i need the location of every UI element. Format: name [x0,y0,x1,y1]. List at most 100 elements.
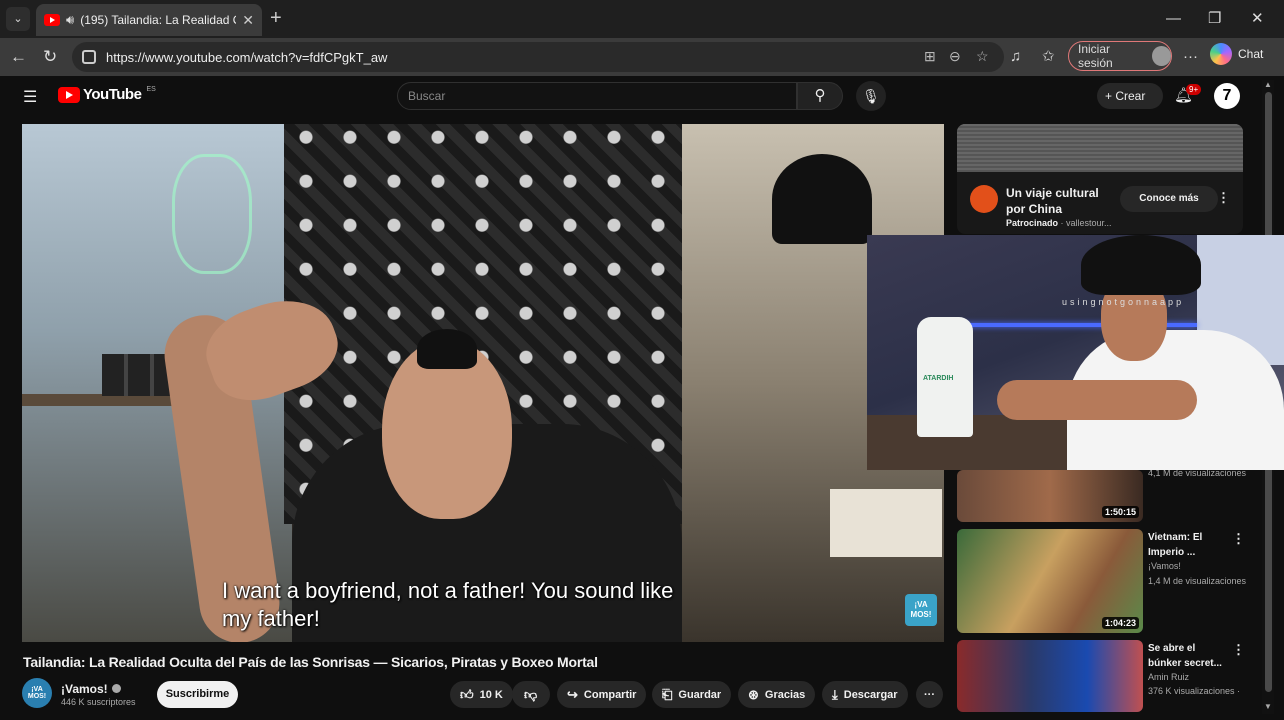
maximize-icon[interactable]: ❐ [1208,9,1221,29]
more-options-icon[interactable]: ··· [1183,47,1198,67]
download-button[interactable]: ⤓ Descargar [822,681,908,708]
signin-button[interactable]: Iniciar sesión [1068,41,1172,71]
pip-webcam-overlay: ATARDIH usingnotgonnaapp [867,235,1284,470]
pip-person-arms [997,380,1197,420]
scroll-up-icon[interactable]: ▲ [1264,80,1272,89]
account-avatar[interactable]: 7 [1214,83,1240,109]
video-views-2: 1,4 M de visualizaciones [1148,576,1247,586]
bookmark-icon: ⎗ [662,686,673,702]
video-title: Tailandia: La Realidad Oculta del País d… [23,654,598,670]
video-title-3[interactable]: Se abre el búnker secret... [1148,641,1228,671]
dislike-button[interactable]: 👎︎ [512,681,550,708]
minimize-icon[interactable]: — [1166,9,1181,29]
scene-neon-sign [172,154,252,274]
download-label: Descargar [843,688,898,701]
signin-label: Iniciar sesión [1078,42,1113,70]
channel-name[interactable]: ¡Vamos! [61,682,121,696]
ad-sponsored-label: Patrocinado [1006,218,1059,228]
menu-icon[interactable]: ☰ [23,87,37,107]
pip-bottle-label: ATARDIH [923,375,954,382]
create-button[interactable]: + Crear [1097,83,1163,109]
copilot-icon [1210,43,1232,65]
search-icon[interactable]: ⚲ [797,82,843,110]
zoom-icon[interactable]: ⊖ [949,48,961,65]
channel-watermark[interactable]: ¡VA MOS! [905,594,937,626]
copilot-chat-button[interactable]: Chat [1210,43,1263,65]
video-thumbnail-2[interactable]: 1:04:23 [957,529,1143,633]
tab-close-icon[interactable]: ✕ [242,12,254,29]
video-title-2[interactable]: Vietnam: El Imperio ... [1148,530,1228,560]
ad-banner-image [957,124,1243,172]
back-icon[interactable]: ← [10,46,27,68]
video-more-icon-3[interactable]: ⋮ [1232,642,1245,658]
ad-more-icon[interactable]: ⋮ [1217,190,1230,206]
youtube-play-icon [58,86,80,103]
subtitle-line-2: my father! [222,606,320,631]
tab-title: (195) Tailandia: La Realidad Oculta del … [80,13,236,27]
ad-logo [970,185,998,213]
video-player[interactable]: I want a boyfriend, not a father! You so… [22,124,944,642]
youtube-favicon-icon [44,14,60,26]
save-label: Guardar [678,688,722,701]
notification-count-badge: 9+ [1186,84,1202,95]
browser-tab-bar: ⌄ 🔊︎ (195) Tailandia: La Realidad Oculta… [0,0,1284,38]
youtube-logo-text: YouTube [83,86,142,103]
thanks-label: Gracias [764,688,806,701]
address-bar[interactable]: https://www.youtube.com/watch?v=fdfCPgkT… [72,42,1004,72]
thanks-dollar-icon: ⊛ [748,686,759,702]
new-tab-icon[interactable]: + [270,8,282,28]
reload-icon[interactable]: ↻ [43,46,57,68]
url-text[interactable]: https://www.youtube.com/watch?v=fdfCPgkT… [106,50,387,65]
ad-title[interactable]: Un viaje cultural por China [1006,185,1116,217]
scroll-down-icon[interactable]: ▼ [1264,702,1272,711]
scene-cap [772,154,872,244]
channel-avatar[interactable]: ¡VA MOS! [22,678,52,708]
video-subtitles: I want a boyfriend, not a father! You so… [222,577,673,633]
thumbs-down-icon: 👎︎ [524,686,538,702]
app-available-icon[interactable]: ⊞ [924,48,936,65]
speaker-icon[interactable]: 🔊︎ [66,12,74,28]
browser-tab-active[interactable]: 🔊︎ (195) Tailandia: La Realidad Oculta d… [36,4,262,36]
media-control-icon[interactable]: ♫ [1010,47,1021,67]
close-window-icon[interactable]: ✕ [1251,9,1264,29]
scene-person-hair [417,329,477,369]
scene-box [830,489,942,557]
voice-search-icon[interactable]: 🎙︎ [856,81,886,111]
save-button[interactable]: ⎗ Guardar [652,681,732,708]
more-actions-button[interactable]: ··· [916,681,943,708]
search-input[interactable]: Buscar [397,82,797,110]
youtube-header: ☰ YouTube ES Buscar ⚲ 🎙︎ + Crear 🔔︎ 9+ 7 [0,76,1284,116]
chat-label: Chat [1238,47,1264,61]
video-thumbnail-3[interactable] [957,640,1143,712]
share-button[interactable]: ↪ Compartir [557,681,647,708]
create-label: Crear [1115,89,1146,103]
video-views-3: 376 K visualizaciones · [1148,686,1241,696]
tab-actions-menu-icon[interactable]: ⌄ [6,7,30,31]
like-count: 10 K [479,688,503,701]
more-actions-icon: ··· [924,688,935,701]
video-channel-2[interactable]: ¡Vamos! [1148,561,1181,571]
verified-icon [111,684,121,693]
channel-name-text[interactable]: ¡Vamos! [61,682,108,696]
thanks-button[interactable]: ⊛ Gracias [738,681,816,708]
country-code: ES [146,86,156,93]
video-more-icon-2[interactable]: ⋮ [1232,531,1245,547]
video-thumbnail-1[interactable]: 1:50:15 [957,470,1143,522]
video-channel-3[interactable]: Amin Ruiz [1148,672,1189,682]
favorite-star-icon[interactable]: ☆ [976,48,989,65]
site-info-icon[interactable] [82,50,96,64]
video-duration-1: 1:50:15 [1101,506,1139,518]
profile-avatar-icon [1152,46,1171,66]
youtube-logo[interactable]: YouTube ES [58,86,156,103]
download-icon: ⤓ [832,686,838,702]
video-duration-2: 1:04:23 [1101,617,1139,629]
like-button[interactable]: 👍︎ 10 K [450,681,513,708]
share-label: Compartir [583,688,637,701]
thumbs-up-icon: 👍︎ [460,686,474,702]
pip-handle-text: usingnotgonnaapp [1062,297,1185,307]
sponsored-ad-card[interactable]: Un viaje cultural por China Patrocinado … [957,124,1243,234]
subscribe-button[interactable]: Suscribirme [157,681,238,708]
subscriber-count: 446 K suscriptores [61,697,136,707]
favorites-icon[interactable]: ✩ [1042,47,1055,67]
ad-cta-button[interactable]: Conoce más [1120,186,1218,212]
